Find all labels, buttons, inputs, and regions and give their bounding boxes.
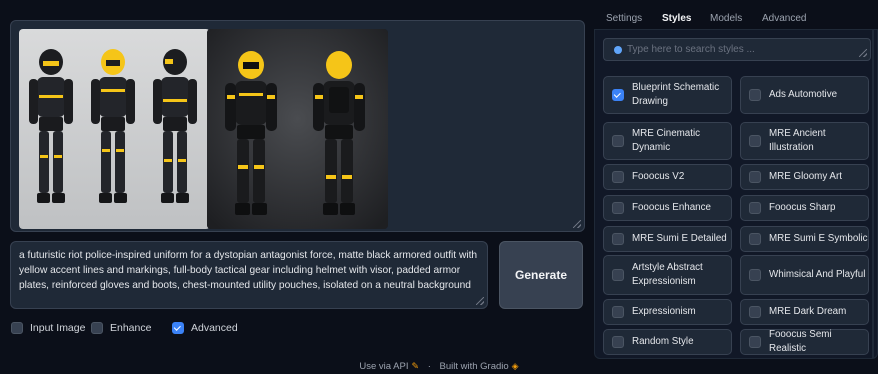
- footer: Use via API ✎ · Built with Gradio ◈: [0, 361, 878, 372]
- gradio-logo-icon: ◈: [511, 361, 519, 371]
- style-option-label: Fooocus Enhance: [632, 202, 711, 213]
- style-option-label: MRE Sumi E Symbolic: [769, 233, 868, 244]
- style-option[interactable]: Blueprint Schematic Drawing: [603, 76, 732, 114]
- search-icon: [614, 45, 622, 54]
- style-checkbox[interactable]: [612, 135, 624, 147]
- prompt-textarea[interactable]: a futuristic riot police-inspired unifor…: [10, 241, 488, 309]
- style-search-placeholder: Type here to search styles ...: [627, 44, 755, 55]
- style-option[interactable]: MRE Sumi E Detailed: [603, 226, 732, 252]
- tab-settings[interactable]: Settings: [606, 13, 642, 24]
- style-option-label: Artstyle Abstract Expressionism: [632, 262, 703, 287]
- style-option-label: Blueprint Schematic Drawing: [632, 82, 720, 107]
- built-with-gradio-link[interactable]: Built with Gradio: [440, 361, 509, 372]
- style-checkbox[interactable]: [749, 306, 761, 318]
- style-option[interactable]: MRE Cinematic Dynamic: [603, 122, 732, 160]
- style-option-label: Random Style: [632, 336, 694, 347]
- enhance-label: Enhance: [110, 322, 152, 334]
- gallery-image-2[interactable]: [207, 29, 388, 229]
- app-root: a futuristic riot police-inspired unifor…: [0, 0, 878, 374]
- enhance-checkbox[interactable]: [91, 322, 103, 334]
- input-image-option[interactable]: Input Image: [11, 322, 85, 334]
- style-checkbox[interactable]: [749, 171, 761, 183]
- style-option-label: MRE Cinematic Dynamic: [632, 128, 701, 153]
- advanced-option[interactable]: Advanced: [172, 322, 238, 334]
- style-option-label: Fooocus V2: [632, 171, 685, 182]
- style-checkbox[interactable]: [749, 135, 761, 147]
- style-checkbox[interactable]: [612, 269, 624, 281]
- styles-scrollbar[interactable]: [872, 30, 874, 358]
- style-option-label: MRE Gloomy Art: [769, 171, 842, 182]
- style-checkbox[interactable]: [612, 306, 624, 318]
- style-option[interactable]: Fooocus Sharp: [740, 195, 869, 221]
- style-option[interactable]: Fooocus Enhance: [603, 195, 732, 221]
- style-option-label: Ads Automotive: [769, 89, 838, 100]
- gallery-image-1[interactable]: [19, 29, 210, 229]
- footer-separator: ·: [427, 361, 431, 372]
- style-checkbox[interactable]: [612, 202, 624, 214]
- style-checkbox[interactable]: [612, 336, 624, 348]
- gallery-resize-handle[interactable]: [573, 220, 581, 228]
- style-option[interactable]: Ads Automotive: [740, 76, 869, 114]
- riot-uniform-turnaround-image: [19, 29, 210, 229]
- generate-button[interactable]: Generate: [499, 241, 583, 309]
- style-checkbox[interactable]: [749, 233, 761, 245]
- tab-models[interactable]: Models: [710, 13, 742, 24]
- settings-tabs: Settings Styles Models Advanced: [596, 13, 878, 29]
- style-checkbox[interactable]: [612, 233, 624, 245]
- tab-styles[interactable]: Styles: [662, 13, 691, 24]
- style-option[interactable]: Artstyle Abstract Expressionism: [603, 255, 732, 295]
- style-option-label: Whimsical And Playful: [769, 269, 866, 280]
- style-option[interactable]: Random Style: [603, 329, 732, 355]
- style-option[interactable]: Fooocus V2: [603, 164, 732, 190]
- style-option[interactable]: MRE Ancient Illustration: [740, 122, 869, 160]
- style-checkbox[interactable]: [749, 269, 761, 281]
- style-search-input[interactable]: Type here to search styles ...: [603, 38, 871, 61]
- tab-advanced[interactable]: Advanced: [762, 13, 806, 24]
- style-checkbox[interactable]: [612, 171, 624, 183]
- style-option-label: Fooocus Sharp: [769, 202, 836, 213]
- style-option-label: Expressionism: [632, 306, 696, 317]
- riot-uniform-front-back-image: [207, 29, 388, 229]
- style-checkbox[interactable]: [612, 89, 624, 101]
- style-option[interactable]: MRE Dark Dream: [740, 299, 869, 325]
- search-resize-handle[interactable]: [859, 49, 867, 57]
- use-via-api-link[interactable]: Use via API: [359, 361, 408, 372]
- advanced-label: Advanced: [191, 322, 238, 334]
- style-checkbox[interactable]: [749, 336, 761, 348]
- image-gallery: [10, 20, 585, 232]
- style-option[interactable]: MRE Sumi E Symbolic: [740, 226, 869, 252]
- style-option[interactable]: Fooocus Semi Realistic: [740, 329, 869, 355]
- style-option-label: Fooocus Semi Realistic: [769, 329, 832, 354]
- prompt-text: a futuristic riot police-inspired unifor…: [19, 250, 478, 291]
- advanced-checkbox[interactable]: [172, 322, 184, 334]
- input-image-label: Input Image: [30, 322, 86, 334]
- style-option-label: MRE Dark Dream: [769, 306, 847, 317]
- prompt-resize-handle[interactable]: [476, 297, 484, 305]
- rocket-icon: ✎: [411, 361, 420, 371]
- input-image-checkbox[interactable]: [11, 322, 23, 334]
- style-option[interactable]: Whimsical And Playful: [740, 255, 869, 295]
- enhance-option[interactable]: Enhance: [91, 322, 151, 334]
- style-option[interactable]: MRE Gloomy Art: [740, 164, 869, 190]
- style-option[interactable]: Expressionism: [603, 299, 732, 325]
- style-checkbox[interactable]: [749, 89, 761, 101]
- style-option-label: MRE Sumi E Detailed: [632, 233, 727, 244]
- style-option-label: MRE Ancient Illustration: [769, 128, 826, 153]
- style-checkbox[interactable]: [749, 202, 761, 214]
